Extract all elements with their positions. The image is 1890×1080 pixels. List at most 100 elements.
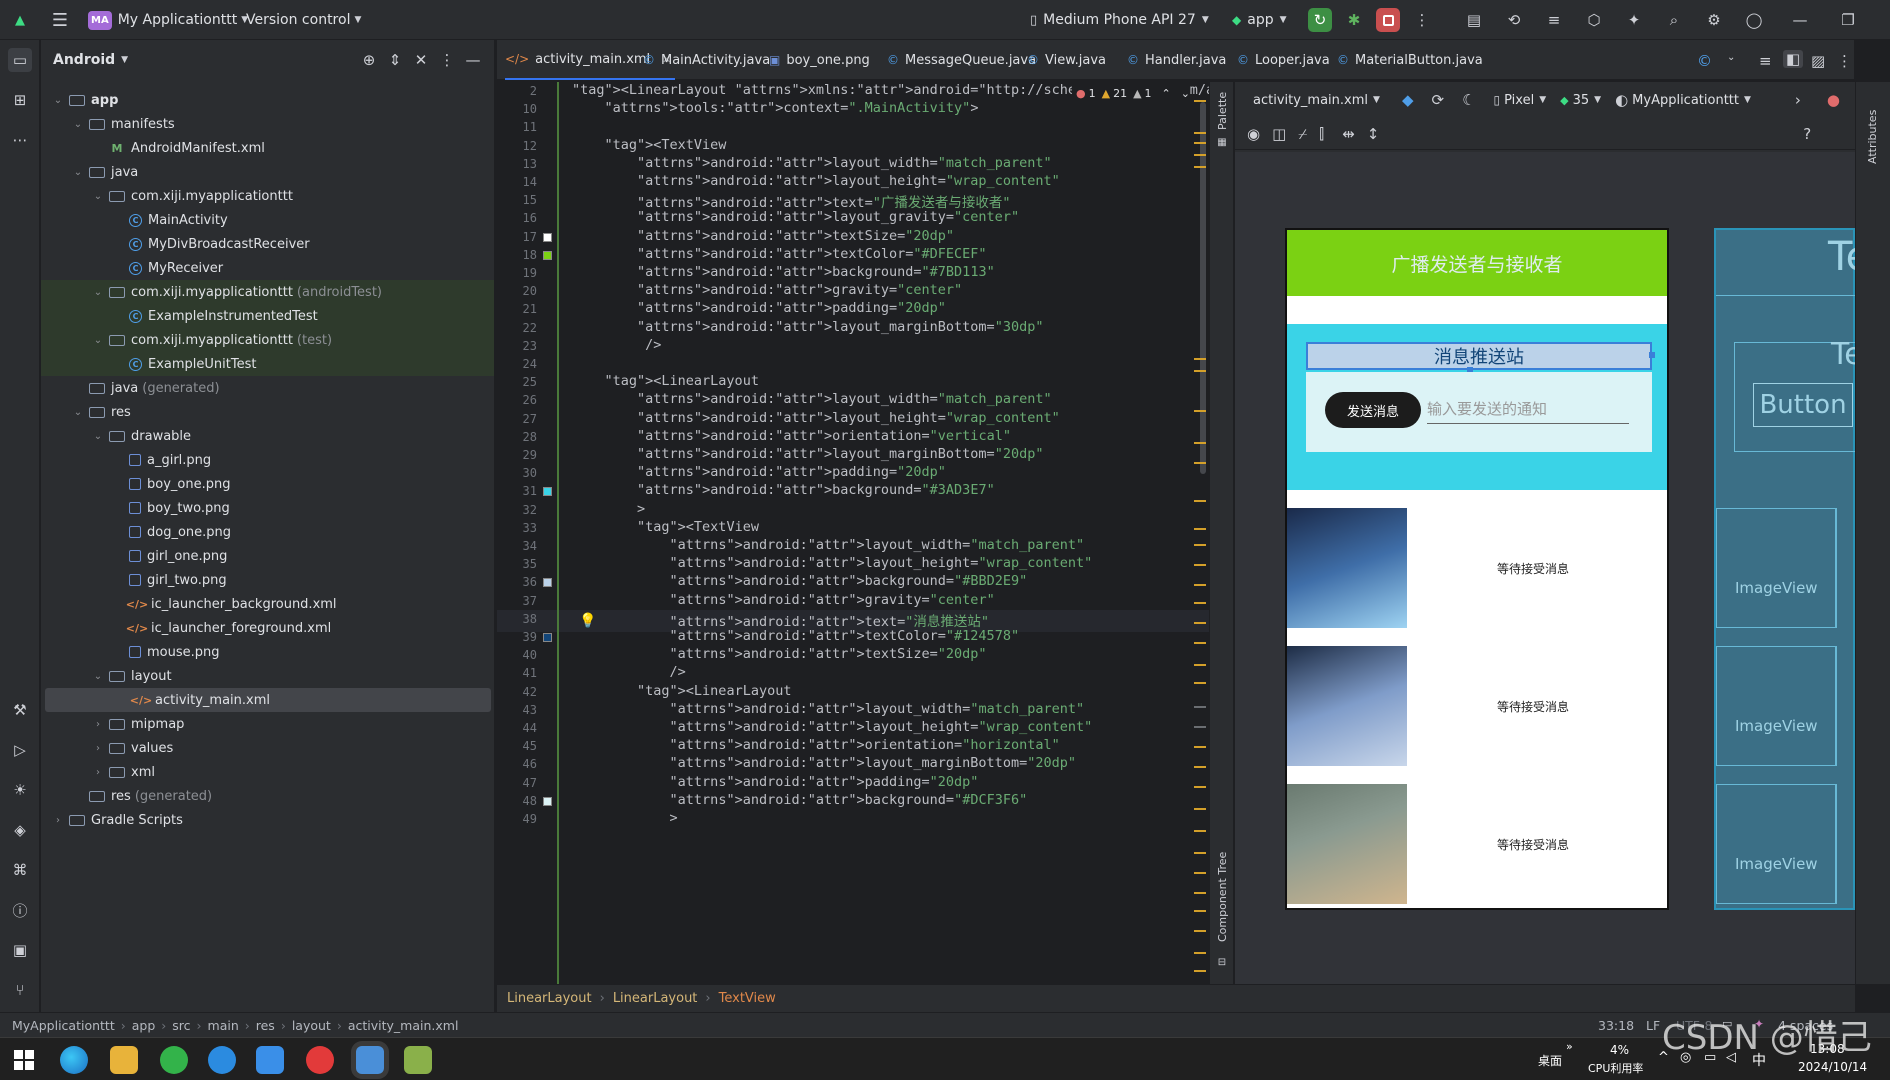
code-line[interactable]: "attrns">android:"attr">textSize="20dp" — [572, 228, 954, 244]
stripe-mark[interactable] — [1194, 970, 1206, 972]
path-item[interactable]: app — [132, 1018, 156, 1033]
horizontal-guide-icon[interactable]: ⇹ — [1342, 125, 1355, 143]
device-icon[interactable]: ▯ — [1494, 93, 1501, 107]
inspection-widget[interactable]: ● 1 ▲ 21 ▲ 1 ⌃ ⌄ — [1072, 84, 1190, 102]
stripe-mark[interactable] — [1194, 786, 1206, 788]
path-item[interactable]: activity_main.xml — [348, 1018, 459, 1033]
code-line[interactable]: "attrns">android:"attr">textColor="#1245… — [572, 628, 1020, 644]
stripe-mark[interactable] — [1194, 892, 1206, 894]
code-line[interactable]: "attrns">android:"attr">text="消息推送站" — [572, 610, 990, 630]
view-options-eye-icon[interactable]: ◉ — [1247, 125, 1260, 143]
tree-item[interactable]: ⌄ res — [41, 400, 494, 424]
prev-highlight-icon[interactable]: ⌃ — [1162, 87, 1171, 100]
tree-item[interactable]: › xml — [41, 760, 494, 784]
problems-icon[interactable]: ⓘ — [8, 898, 32, 922]
split-view-icon[interactable]: ◧ — [1783, 50, 1804, 68]
editor-tab[interactable]: ▣ boy_one.png — [769, 40, 870, 80]
tree-item[interactable]: </> ic_launcher_background.xml — [41, 592, 494, 616]
stripe-mark[interactable] — [1194, 664, 1206, 666]
stop-button[interactable] — [1376, 8, 1400, 32]
color-swatch-icon[interactable] — [543, 578, 552, 588]
code-line[interactable]: > — [572, 810, 678, 826]
code-view-icon[interactable]: ≡ — [1759, 52, 1772, 70]
code-line[interactable]: "tag"><LinearLayout — [572, 373, 759, 389]
desktop-label[interactable]: 桌面 — [1538, 1052, 1562, 1069]
stripe-mark[interactable] — [1194, 584, 1206, 586]
selection-handle[interactable] — [1649, 352, 1655, 358]
hide-panel-icon[interactable]: — — [463, 50, 483, 70]
stripe-mark[interactable] — [1194, 462, 1206, 464]
chevron-down-icon[interactable]: ⌄ — [91, 431, 105, 442]
restore-icon[interactable]: ❐ — [1836, 8, 1860, 32]
code-line[interactable]: "attrns">tools:"attr">context=".MainActi… — [572, 100, 979, 116]
tray-chevron-icon[interactable]: » — [1566, 1040, 1573, 1053]
tree-item[interactable]: C MainActivity — [41, 208, 494, 232]
editor-tab[interactable]: © MaterialButton.java — [1337, 40, 1483, 80]
path-item[interactable]: src — [172, 1018, 190, 1033]
git-icon[interactable]: ⑂ — [8, 978, 32, 1002]
tree-item[interactable]: mouse.png — [41, 640, 494, 664]
code-line[interactable]: "attrns">android:"attr">orientation="ver… — [572, 428, 1011, 444]
project-selector[interactable]: MA My Applicationttt ▼ — [88, 8, 248, 32]
tree-item[interactable]: </> ic_launcher_foreground.xml — [41, 616, 494, 640]
editor-scrollbar[interactable] — [1200, 102, 1206, 474]
stripe-mark[interactable] — [1194, 910, 1206, 912]
run-icon[interactable]: ▷ — [8, 738, 32, 762]
color-swatch-icon[interactable] — [543, 796, 552, 806]
attributes-tab[interactable]: Attributes — [1866, 110, 1879, 164]
code-line[interactable]: /> — [572, 337, 661, 353]
editor-tab[interactable]: © MainActivity.java — [643, 40, 770, 80]
code-line[interactable]: "attrns">android:"attr">textColor="#DFEC… — [572, 246, 987, 262]
tree-item[interactable]: C ExampleUnitTest — [41, 352, 494, 376]
chevron-down-icon[interactable]: ⌄ — [91, 671, 105, 682]
blueprint-preview[interactable]: Te Te Button ImageView ImageView ImageView — [1714, 228, 1863, 910]
stripe-mark[interactable] — [1194, 622, 1206, 624]
stripe-mark[interactable] — [1194, 852, 1206, 854]
code-line[interactable]: "attrns">android:"attr">layout_height="w… — [572, 173, 1060, 189]
chevron-down-icon[interactable]: ⌄ — [91, 335, 105, 346]
chevron-down-icon[interactable]: ⌄ — [91, 191, 105, 202]
code-line[interactable]: "attrns">android:"attr">layout_marginBot… — [572, 319, 1043, 335]
stripe-mark[interactable] — [1194, 132, 1206, 134]
more-icon[interactable]: ⋮ — [1837, 52, 1852, 70]
code-line[interactable]: "attrns">android:"attr">layout_width="ma… — [572, 155, 1052, 171]
stripe-mark[interactable] — [1194, 154, 1206, 156]
code-line[interactable]: "attrns">android:"attr">background="#7BD… — [572, 264, 995, 280]
project-view-selector[interactable]: Android ▼ — [53, 50, 128, 70]
code-line[interactable]: "attrns">android:"attr">layout_width="ma… — [572, 701, 1085, 717]
receiver-avatar[interactable] — [1287, 508, 1407, 628]
chevron-down-icon[interactable]: ⌄ — [1727, 52, 1735, 63]
stripe-mark[interactable] — [1194, 642, 1206, 644]
code-line[interactable]: "attrns">android:"attr">textSize="20dp" — [572, 646, 987, 662]
color-swatch-icon[interactable] — [543, 487, 552, 497]
code-line[interactable]: "attrns">android:"attr">layout_width="ma… — [572, 537, 1085, 553]
code-line[interactable]: "attrns">android:"attr">padding="20dp" — [572, 774, 979, 790]
breadcrumb-item[interactable]: LinearLayout — [613, 991, 698, 1006]
palette-tab[interactable]: Palette — [1216, 92, 1229, 130]
tree-item[interactable]: ⌄ com.xiji.myapplicationttt — [41, 184, 494, 208]
path-item[interactable]: main — [208, 1018, 239, 1033]
stripe-mark[interactable] — [1194, 746, 1206, 748]
chevron-right-icon[interactable]: › — [51, 815, 65, 826]
tree-item[interactable]: a_girl.png — [41, 448, 494, 472]
terminal-icon[interactable]: ▣ — [8, 938, 32, 962]
main-menu-icon[interactable]: ☰ — [48, 8, 72, 32]
constraints-icon[interactable]: ⌿ — [1298, 125, 1307, 143]
stripe-mark[interactable] — [1194, 544, 1206, 546]
more-icon[interactable]: ⋮ — [1410, 8, 1434, 32]
notification-input[interactable]: 输入要发送的通知 — [1427, 394, 1629, 424]
chevron-down-icon[interactable]: ⌄ — [71, 119, 85, 130]
night-mode-icon[interactable]: ☾ — [1462, 91, 1475, 109]
windows-start-icon[interactable] — [14, 1050, 34, 1070]
editor-tab[interactable]: © MessageQueue.java — [887, 40, 1036, 80]
code-line[interactable]: "attrns">android:"attr">padding="20dp" — [572, 464, 946, 480]
color-swatch-icon[interactable] — [543, 250, 552, 260]
station-title-box[interactable]: 消息推送站 — [1306, 342, 1652, 370]
code-line[interactable]: "attrns">android:"attr">gravity="center" — [572, 592, 995, 608]
chevron-right-icon[interactable]: › — [91, 743, 105, 754]
caret-position[interactable]: 33:18 — [1598, 1018, 1634, 1033]
code-line[interactable]: "attrns">android:"attr">layout_height="w… — [572, 719, 1093, 735]
chevron-down-icon[interactable]: ⌄ — [71, 167, 85, 178]
chevron-right-icon[interactable]: › — [91, 719, 105, 730]
component-tree-tab[interactable]: Component Tree — [1216, 852, 1229, 942]
